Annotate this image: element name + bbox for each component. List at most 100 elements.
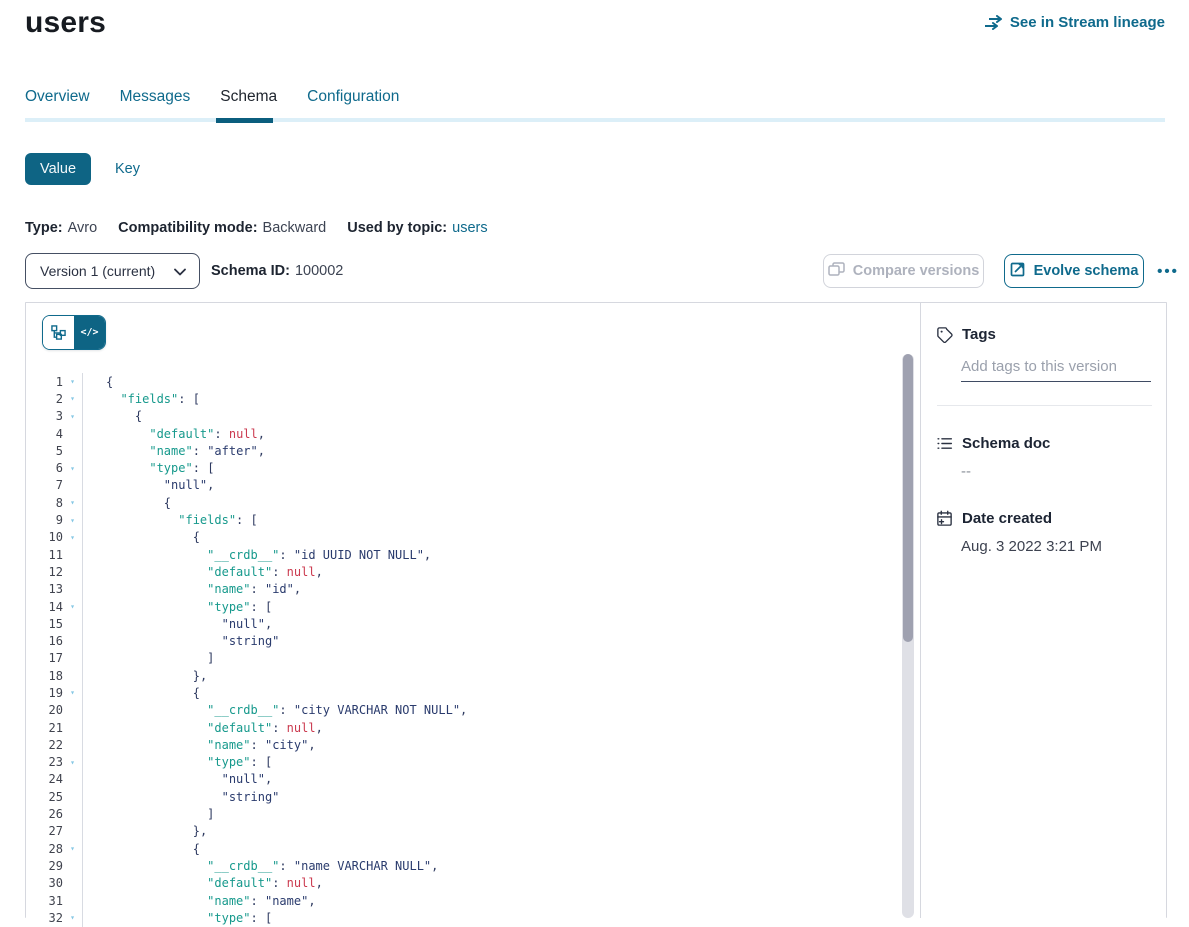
line-number: 2 <box>26 392 63 406</box>
version-select-value: Version 1 (current) <box>40 263 155 279</box>
key-tab-button[interactable]: Key <box>115 161 140 177</box>
code-text[interactable]: { <box>83 686 200 700</box>
code-icon: </> <box>80 327 98 338</box>
code-text[interactable]: "default": null, <box>83 721 323 735</box>
code-line-3: 3▾ { <box>26 408 900 425</box>
code-line-20: 20 "__crdb__": "city VARCHAR NOT NULL", <box>26 702 900 719</box>
more-actions-button[interactable]: ••• <box>1152 256 1184 286</box>
tab-configuration[interactable]: Configuration <box>307 88 399 118</box>
code-text[interactable]: "type": [ <box>83 461 214 475</box>
tree-view-button[interactable] <box>43 316 74 349</box>
code-line-22: 22 "name": "city", <box>26 736 900 753</box>
code-text[interactable]: "type": [ <box>83 755 272 769</box>
code-line-5: 5 "name": "after", <box>26 442 900 459</box>
line-number: 29 <box>26 859 63 873</box>
code-text[interactable]: "type": [ <box>83 911 272 925</box>
fold-toggle-icon[interactable]: ▾ <box>63 598 83 615</box>
code-text[interactable]: "null", <box>83 772 272 786</box>
code-text[interactable]: "__crdb__": "city VARCHAR NOT NULL", <box>83 703 467 717</box>
code-text[interactable]: "__crdb__": "name VARCHAR NULL", <box>83 859 438 873</box>
fold-gutter <box>63 892 83 909</box>
code-text[interactable]: "null", <box>83 617 272 631</box>
code-text[interactable]: { <box>83 842 200 856</box>
code-text[interactable]: "fields": [ <box>83 392 200 406</box>
code-line-13: 13 "name": "id", <box>26 581 900 598</box>
fold-gutter <box>63 425 83 442</box>
code-text[interactable]: "default": null, <box>83 565 323 579</box>
tabs: Overview Messages Schema Configuration <box>25 88 399 118</box>
code-text[interactable]: "default": null, <box>83 427 265 441</box>
fold-toggle-icon[interactable]: ▾ <box>63 373 83 390</box>
schema-doc-heading: Schema doc <box>936 435 1152 452</box>
code-text[interactable]: ] <box>83 651 214 665</box>
code-line-28: 28▾ { <box>26 840 900 857</box>
line-number: 20 <box>26 703 63 717</box>
compare-versions-label: Compare versions <box>853 263 980 279</box>
meta-compatibility: Compatibility mode: Backward <box>118 220 326 236</box>
code-text[interactable]: }, <box>83 669 207 683</box>
fold-toggle-icon[interactable]: ▾ <box>63 529 83 546</box>
value-key-toggle: Value Key <box>25 153 140 185</box>
code-text[interactable]: "null", <box>83 478 214 492</box>
code-view-button[interactable]: </> <box>74 316 105 349</box>
code-text[interactable]: "string" <box>83 634 279 648</box>
editor-view-toggle: </> <box>42 315 106 350</box>
fold-toggle-icon[interactable]: ▾ <box>63 459 83 476</box>
tab-active-indicator <box>216 118 273 123</box>
code-text[interactable]: { <box>83 375 113 389</box>
line-number: 6 <box>26 461 63 475</box>
tab-schema[interactable]: Schema <box>220 88 277 118</box>
code-text[interactable]: "fields": [ <box>83 513 258 527</box>
date-created-title: Date created <box>962 510 1052 527</box>
code-text[interactable]: { <box>83 530 200 544</box>
code-text[interactable]: "type": [ <box>83 600 272 614</box>
line-number: 22 <box>26 738 63 752</box>
add-tags-input[interactable] <box>961 356 1151 382</box>
tag-icon <box>936 326 953 343</box>
fold-toggle-icon[interactable]: ▾ <box>63 840 83 857</box>
fold-toggle-icon[interactable]: ▾ <box>63 408 83 425</box>
fold-toggle-icon[interactable]: ▾ <box>63 909 83 926</box>
code-text[interactable]: "string" <box>83 790 279 804</box>
line-number: 14 <box>26 600 63 614</box>
meta-used-by-topic: Used by topic: users <box>347 220 487 236</box>
code-text[interactable]: "name": "name", <box>83 894 316 908</box>
fold-gutter <box>63 667 83 684</box>
code-text[interactable]: "name": "after", <box>83 444 265 458</box>
code-text[interactable]: "__crdb__": "id UUID NOT NULL", <box>83 548 431 562</box>
evolve-schema-button[interactable]: Evolve schema <box>1004 254 1144 288</box>
value-tab-button[interactable]: Value <box>25 153 91 185</box>
code-text[interactable]: "name": "id", <box>83 582 301 596</box>
line-number: 19 <box>26 686 63 700</box>
editor-scrollbar-thumb[interactable] <box>903 354 913 642</box>
code-text[interactable]: ] <box>83 807 214 821</box>
fold-toggle-icon[interactable]: ▾ <box>63 511 83 528</box>
tab-overview[interactable]: Overview <box>25 88 90 118</box>
code-line-4: 4 "default": null, <box>26 425 900 442</box>
used-by-topic-link[interactable]: users <box>452 220 487 236</box>
schema-sidebar: Tags Schema doc -- <box>921 303 1168 918</box>
fold-gutter <box>63 632 83 649</box>
version-select[interactable]: Version 1 (current) <box>25 253 200 289</box>
fold-toggle-icon[interactable]: ▾ <box>63 494 83 511</box>
sidebar-divider <box>937 405 1152 406</box>
code-text[interactable]: "default": null, <box>83 876 323 890</box>
compatibility-label: Compatibility mode: <box>118 220 257 236</box>
compare-versions-button[interactable]: Compare versions <box>823 254 984 288</box>
code-lines: 1▾{2▾ "fields": [3▾ {4 "default": null,5… <box>26 373 900 927</box>
see-in-stream-lineage-link[interactable]: See in Stream lineage <box>984 14 1165 31</box>
line-number: 30 <box>26 876 63 890</box>
code-text[interactable]: { <box>83 496 171 510</box>
fold-toggle-icon[interactable]: ▾ <box>63 684 83 701</box>
line-number: 5 <box>26 444 63 458</box>
code-line-12: 12 "default": null, <box>26 563 900 580</box>
tab-messages[interactable]: Messages <box>120 88 191 118</box>
fold-gutter <box>63 805 83 822</box>
code-text[interactable]: "name": "city", <box>83 738 316 752</box>
fold-toggle-icon[interactable]: ▾ <box>63 390 83 407</box>
fold-toggle-icon[interactable]: ▾ <box>63 754 83 771</box>
fold-gutter <box>63 719 83 736</box>
code-text[interactable]: { <box>83 409 142 423</box>
code-text[interactable]: }, <box>83 824 207 838</box>
line-number: 18 <box>26 669 63 683</box>
